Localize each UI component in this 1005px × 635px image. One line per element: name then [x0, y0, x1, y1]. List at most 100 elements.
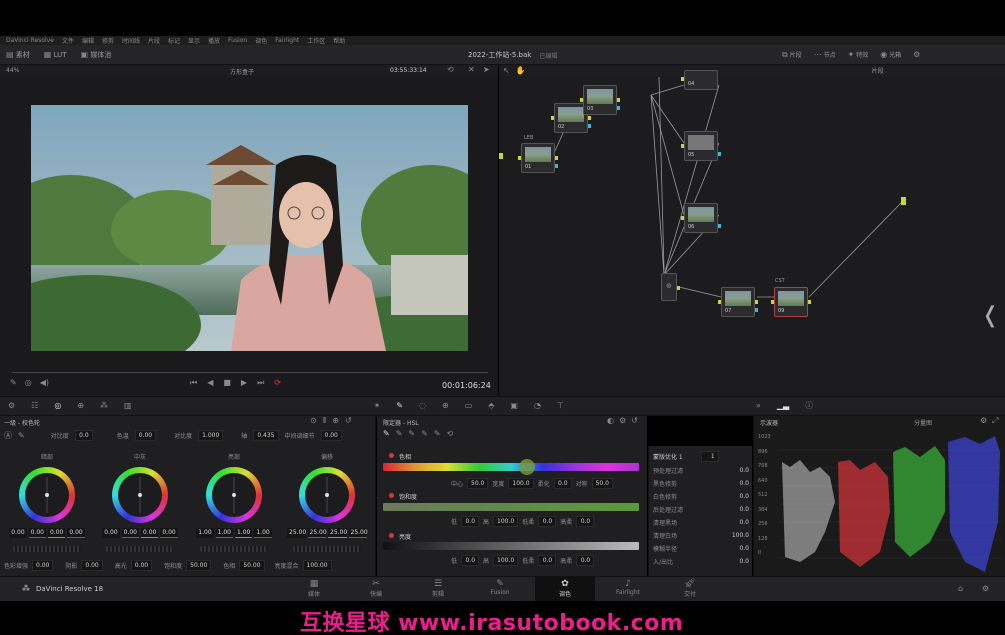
lum-high-field[interactable]: 100.0	[493, 555, 519, 566]
wheel-value-r[interactable]: 0.00	[28, 528, 46, 538]
sat-high-field[interactable]: 100.0	[493, 516, 519, 527]
layers-icon[interactable]: ◎	[25, 379, 32, 387]
menu-item[interactable]: 播放	[208, 36, 220, 45]
hue-field[interactable]: 50.00	[239, 560, 265, 571]
matte-row[interactable]: 入/出比 0.0	[653, 555, 749, 568]
settings-icon[interactable]: ⚙	[913, 50, 920, 59]
wheel-value-b[interactable]: 1.00	[254, 528, 272, 538]
lum-low-field[interactable]: 0.0	[461, 555, 480, 566]
color-wheels-icon[interactable]: ◎	[54, 402, 61, 410]
wheel-value-g[interactable]: 1.00	[235, 528, 253, 538]
wheel-value-b[interactable]: 0.00	[67, 528, 85, 538]
page-deliver[interactable]: 🚀︎ 交付	[660, 577, 720, 602]
menu-item[interactable]: 修剪	[102, 36, 114, 45]
collapse-panel-icon[interactable]: ❬	[981, 305, 999, 327]
blur-icon[interactable]: ▭	[465, 402, 473, 410]
motion-effects-icon[interactable]: ▥	[124, 402, 132, 410]
lum-range-bar[interactable]	[383, 542, 639, 550]
menu-item[interactable]: 工作区	[307, 36, 325, 45]
wheel-value-r[interactable]: 1.00	[215, 528, 233, 538]
picker-icon[interactable]: ✎	[10, 379, 17, 387]
menu-item[interactable]: 调色	[255, 36, 267, 45]
node-input[interactable]	[681, 77, 684, 81]
hue-handle[interactable]	[519, 459, 535, 475]
wheel-value-b[interactable]: 0.00	[160, 528, 178, 538]
menu-item[interactable]: 片段	[148, 36, 160, 45]
node-key-output[interactable]	[718, 224, 721, 228]
color-wheel[interactable]	[19, 467, 75, 523]
master-wheel[interactable]	[200, 546, 268, 552]
node-input[interactable]	[771, 300, 774, 304]
node-key-output[interactable]	[718, 152, 721, 156]
info-icon[interactable]: ⓘ	[805, 402, 813, 410]
scope-mode-select[interactable]: 分量图	[914, 418, 932, 427]
expand-icon[interactable]: »	[756, 402, 761, 410]
clips-button[interactable]: ⧉ 片段	[782, 50, 802, 60]
wheel-offset[interactable]: 偏移 25.00 25.00 25.00 25.00	[287, 452, 368, 552]
color-match-icon[interactable]: ☷	[31, 402, 38, 410]
node-03[interactable]: 03	[580, 85, 620, 115]
play-icon[interactable]: ▶	[241, 379, 247, 387]
temp-field[interactable]: 0.00	[134, 430, 157, 441]
settings-icon[interactable]: ⚙	[982, 585, 989, 593]
mode-icon[interactable]: ◐	[607, 417, 614, 425]
loop-playback-icon[interactable]: ⟳	[274, 379, 281, 387]
sizing-icon[interactable]: ▣	[510, 402, 518, 410]
shadows-field[interactable]: 0.00	[81, 560, 103, 571]
matte-row[interactable]: 预处理过滤 0.0	[653, 464, 749, 477]
reverse-play-icon[interactable]: ◀	[207, 379, 213, 387]
3d-icon[interactable]: ◔	[534, 402, 541, 410]
wheel-value-y[interactable]: 0.00	[102, 528, 120, 538]
wheel-value-g[interactable]: 0.00	[48, 528, 66, 538]
hue-width-field[interactable]: 100.0	[508, 478, 534, 489]
scope-settings-icon[interactable]: ⚙	[980, 417, 987, 425]
node-05[interactable]: 05	[681, 131, 721, 161]
menu-item[interactable]: 编辑	[82, 36, 94, 45]
softness-plus-icon[interactable]: ✎	[434, 430, 441, 438]
node-input[interactable]	[580, 98, 583, 102]
menu-item[interactable]: 文件	[62, 36, 74, 45]
page-color[interactable]: ✿ 调色	[535, 577, 595, 602]
fx-button[interactable]: ✦ 特效	[848, 50, 869, 60]
master-wheel[interactable]	[293, 546, 361, 552]
matte-row[interactable]: 黑色修剪 0.0	[653, 477, 749, 490]
pivot-field[interactable]: 0.435	[253, 430, 279, 441]
menu-item[interactable]: Fairlight	[275, 37, 299, 44]
close-icon[interactable]: ✕	[468, 66, 475, 74]
contrast2-field[interactable]: 1.000	[198, 430, 224, 441]
color-wheel[interactable]	[206, 467, 262, 523]
page-media[interactable]: ▦ 媒体	[284, 577, 344, 602]
sat-range-bar[interactable]	[383, 503, 639, 511]
wheel-gamma[interactable]: 中灰 0.00 0.00 0.00 0.00	[100, 452, 180, 552]
menu-item[interactable]: 标记	[168, 36, 180, 45]
loop-icon[interactable]: ⟲	[447, 66, 454, 74]
hue-sym-field[interactable]: 50.0	[591, 478, 613, 489]
node-output[interactable]	[808, 300, 811, 304]
wheel-value-g[interactable]: 0.00	[141, 528, 159, 538]
mode-icon[interactable]: ⊙	[310, 417, 317, 425]
eyedropper-plus-icon[interactable]: ✎	[408, 430, 415, 438]
page-fusion[interactable]: ✎ Fusion	[470, 577, 530, 602]
node-key-output[interactable]	[588, 124, 591, 128]
hue-center-field[interactable]: 50.0	[467, 478, 489, 489]
node-key-output[interactable]	[617, 106, 620, 110]
node-input[interactable]	[551, 116, 554, 120]
menu-item[interactable]: Fusion	[228, 37, 247, 44]
mid-detail-field[interactable]: 0.00	[320, 430, 342, 441]
node-input[interactable]	[681, 216, 684, 220]
node-06[interactable]: 06	[681, 203, 721, 233]
wheel-value-g[interactable]: 25.00	[328, 528, 347, 538]
wheel-gain[interactable]: 亮部 1.00 1.00 1.00 1.00	[194, 452, 274, 552]
curves-icon[interactable]: ✶	[374, 402, 381, 410]
menu-item[interactable]: 显示	[188, 36, 200, 45]
clip-name[interactable]: 方形盒子	[230, 67, 254, 76]
node-input[interactable]	[518, 156, 521, 160]
wheel-value-r[interactable]: 25.00	[307, 528, 327, 538]
wheel-lift[interactable]: 暗部 0.00 0.00 0.00 0.00	[7, 452, 87, 552]
page-edit[interactable]: ☰ 剪辑	[408, 577, 468, 602]
go-to-end-icon[interactable]: ⏭	[257, 379, 264, 387]
zoom-level[interactable]: 44%	[6, 67, 19, 74]
eyedropper-minus-icon[interactable]: ✎	[396, 430, 403, 438]
matte-row[interactable]: 白色修剪 0.0	[653, 490, 749, 503]
window-icon[interactable]: ◌	[419, 402, 426, 410]
